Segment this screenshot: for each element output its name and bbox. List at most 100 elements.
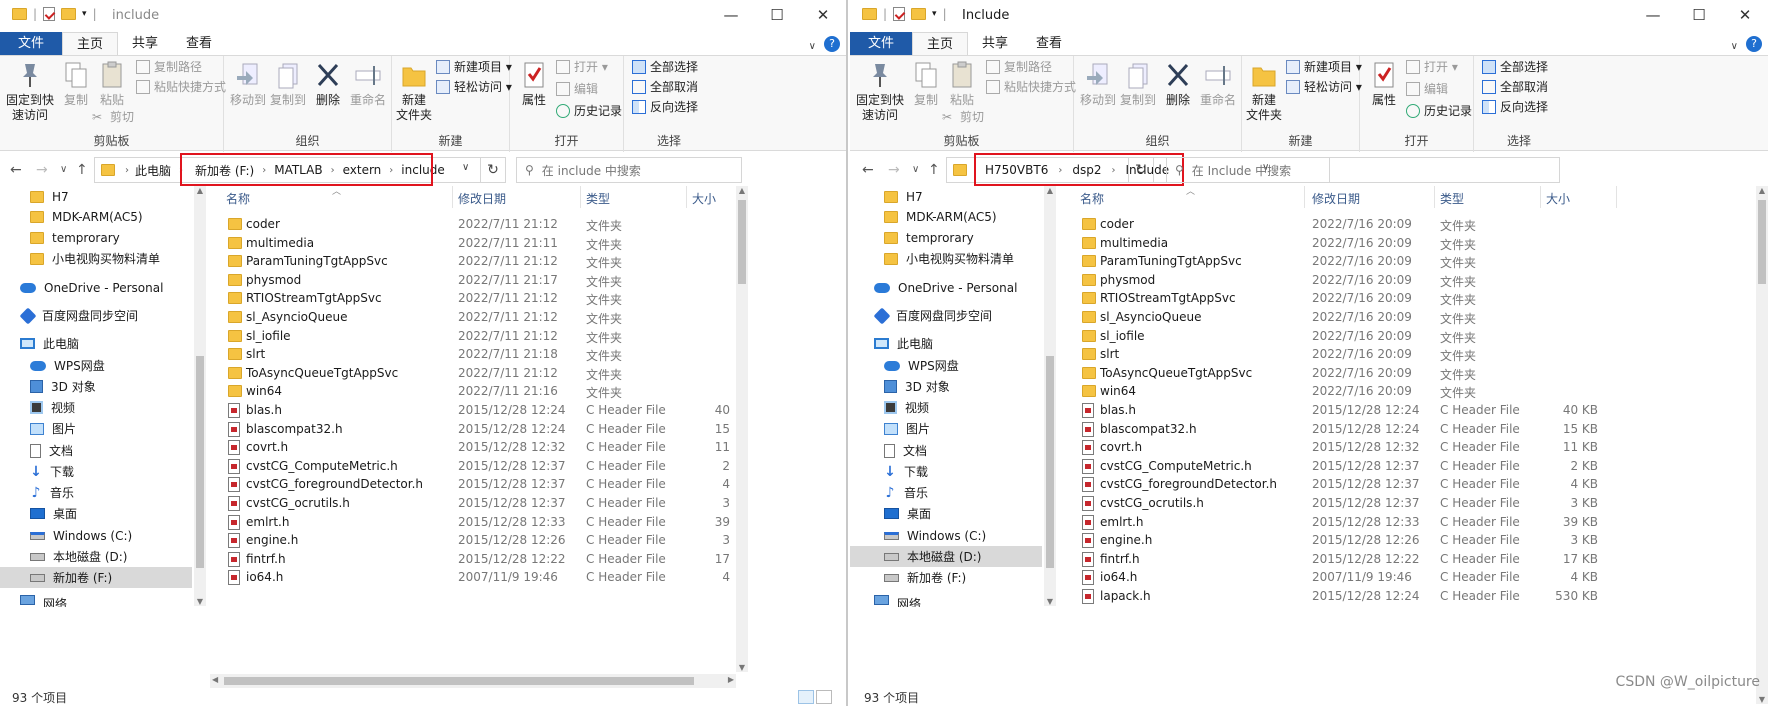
nav-item-drive-c[interactable]: Windows (C:) <box>850 525 1056 546</box>
file-row[interactable]: sl_AsyncioQueue 2022/7/11 21:12 文件夹 <box>210 308 748 327</box>
nav-item-documents[interactable]: 文档 <box>850 440 1056 461</box>
file-row[interactable]: multimedia 2022/7/16 20:09 文件夹 <box>1060 234 1768 253</box>
paste-shortcut-button[interactable]: 粘贴快捷方式 <box>986 78 1076 95</box>
cut-button[interactable]: ✂ 剪切 <box>942 108 984 125</box>
nav-item-3d[interactable]: 3D 对象 <box>0 376 206 397</box>
nav-item[interactable]: 小电视购买物料清单 <box>0 248 206 269</box>
scroll-up-icon[interactable]: ▲ <box>194 186 206 195</box>
scroll-left-icon[interactable]: ◀ <box>212 675 218 684</box>
file-row[interactable]: ToAsyncQueueTgtAppSvc 2022/7/11 21:12 文件夹 <box>210 364 748 383</box>
nav-item[interactable]: temprorary <box>0 227 206 248</box>
open-button[interactable]: 打开 ▾ <box>1406 58 1458 75</box>
copy-path-button[interactable]: 复制路径 <box>986 58 1052 75</box>
recent-chevron-icon[interactable]: ∨ <box>60 164 67 175</box>
file-row[interactable]: ParamTuningTgtAppSvc 2022/7/11 21:12 文件夹 <box>210 252 748 271</box>
close-button[interactable]: ✕ <box>800 0 846 30</box>
nav-item-network[interactable]: 网络 <box>0 595 206 607</box>
column-date[interactable]: 修改日期 <box>458 190 506 207</box>
nav-scrollbar[interactable]: ▲ ▼ <box>1044 186 1056 606</box>
new-folder-button[interactable]: 新建 文件夹 <box>394 60 434 123</box>
nav-item[interactable]: H7 <box>0 186 206 207</box>
file-row[interactable]: lapack.h 2015/12/28 12:24 C Header File 530… <box>1060 587 1768 606</box>
file-row[interactable]: emlrt.h 2015/12/28 12:33 C Header File 39 K… <box>1060 513 1768 532</box>
scroll-up-icon[interactable]: ▲ <box>1756 186 1768 195</box>
scroll-up-icon[interactable]: ▲ <box>1044 186 1056 195</box>
copy-button[interactable]: 复制 <box>58 60 94 108</box>
nav-item[interactable]: MDK-ARM(AC5) <box>0 206 206 227</box>
file-row[interactable]: covrt.h 2015/12/28 12:32 C Header File 11 K… <box>1060 438 1768 457</box>
file-row[interactable]: ParamTuningTgtAppSvc 2022/7/16 20:09 文件夹 <box>1060 252 1768 271</box>
recent-chevron-icon[interactable]: ∨ <box>912 164 919 175</box>
file-row[interactable]: physmod 2022/7/11 21:17 文件夹 <box>210 271 748 290</box>
file-row[interactable]: blas.h 2015/12/28 12:24 C Header File 40 <box>210 401 748 420</box>
edit-button[interactable]: 编辑 <box>1406 80 1448 97</box>
new-folder-button[interactable]: 新建 文件夹 <box>1244 60 1284 123</box>
easy-access-button[interactable]: 轻松访问 ▾ <box>436 78 512 95</box>
file-row[interactable]: slrt 2022/7/11 21:18 文件夹 <box>210 345 748 364</box>
column-type[interactable]: 类型 <box>1440 190 1464 207</box>
file-row[interactable]: fintrf.h 2015/12/28 12:22 C Header File 17 <box>210 550 748 569</box>
horizontal-scrollbar[interactable]: ◀ ▶ <box>210 674 736 688</box>
column-size[interactable]: 大小 <box>1546 190 1570 207</box>
invert-selection-button[interactable]: 反向选择 <box>1482 98 1548 115</box>
file-row[interactable]: cvstCG_foregroundDetector.h 2015/12/28 12… <box>1060 475 1768 494</box>
file-row[interactable]: RTIOStreamTgtAppSvc 2022/7/16 20:09 文件夹 <box>1060 289 1768 308</box>
column-date[interactable]: 修改日期 <box>1312 190 1360 207</box>
properties-button[interactable]: 属性 <box>1366 60 1402 108</box>
copy-button[interactable]: 复制 <box>908 60 944 108</box>
back-arrow-icon[interactable]: ← <box>862 162 874 178</box>
copy-to-button[interactable]: 复制到 <box>1118 60 1158 108</box>
scroll-down-icon[interactable]: ▼ <box>736 663 748 672</box>
file-row[interactable]: sl_iofile 2022/7/11 21:12 文件夹 <box>210 327 748 346</box>
nav-item-music[interactable]: ♪ 音乐 <box>0 482 206 503</box>
nav-item-pictures[interactable]: 图片 <box>850 418 1056 439</box>
properties-check-icon[interactable] <box>43 7 56 21</box>
search-input[interactable]: ⚲ 在 Include 中搜索 <box>1166 157 1560 183</box>
maximize-button[interactable]: ☐ <box>754 0 800 30</box>
copy-to-button[interactable]: 复制到 <box>268 60 308 108</box>
nav-item-wps[interactable]: WPS网盘 <box>0 355 206 376</box>
column-type[interactable]: 类型 <box>586 190 610 207</box>
select-all-button[interactable]: 全部选择 <box>1482 58 1548 75</box>
file-list-scrollbar[interactable]: ▲ ▼ <box>1756 186 1768 704</box>
file-row[interactable]: blas.h 2015/12/28 12:24 C Header File 40 KB <box>1060 401 1768 420</box>
nav-item-video[interactable]: 视频 <box>0 397 206 418</box>
file-row[interactable]: blascompat32.h 2015/12/28 12:24 C Header F… <box>210 420 748 439</box>
file-row[interactable]: multimedia 2022/7/11 21:11 文件夹 <box>210 234 748 253</box>
file-row[interactable]: cvstCG_ocrutils.h 2015/12/28 12:37 C Heade… <box>210 494 748 513</box>
scroll-right-icon[interactable]: ▶ <box>728 675 734 684</box>
tab-view[interactable]: 查看 <box>172 32 226 56</box>
tab-home[interactable]: 主页 <box>912 32 969 56</box>
nav-item-3d[interactable]: 3D 对象 <box>850 376 1056 397</box>
file-row[interactable]: cvstCG_ocrutils.h 2015/12/28 12:37 C Heade… <box>1060 494 1768 513</box>
history-button[interactable]: 历史记录 <box>556 102 622 119</box>
nav-item-desktop[interactable]: 桌面 <box>850 503 1056 524</box>
up-arrow-icon[interactable]: ↑ <box>928 162 940 178</box>
edit-button[interactable]: 编辑 <box>556 80 598 97</box>
file-row[interactable]: engine.h 2015/12/28 12:26 C Header File 3 <box>210 531 748 550</box>
file-row[interactable]: sl_AsyncioQueue 2022/7/16 20:09 文件夹 <box>1060 308 1768 327</box>
minimize-button[interactable]: — <box>1630 0 1676 30</box>
open-button[interactable]: 打开 ▾ <box>556 58 608 75</box>
scroll-down-icon[interactable]: ▼ <box>1044 597 1056 606</box>
refresh-button[interactable]: ↻ <box>1128 157 1154 183</box>
file-row[interactable]: io64.h 2007/11/9 19:46 C Header File 4 KB <box>1060 568 1768 587</box>
paste-shortcut-button[interactable]: 粘贴快捷方式 <box>136 78 226 95</box>
tab-share[interactable]: 共享 <box>118 32 172 56</box>
file-row[interactable]: coder 2022/7/16 20:09 文件夹 <box>1060 215 1768 234</box>
new-item-button[interactable]: 新建项目 ▾ <box>436 58 512 75</box>
scroll-down-icon[interactable]: ▼ <box>194 597 206 606</box>
address-dropdown-icon[interactable]: ∨ <box>462 162 469 173</box>
back-arrow-icon[interactable]: ← <box>10 162 22 178</box>
maximize-button[interactable]: ☐ <box>1676 0 1722 30</box>
nav-item-documents[interactable]: 文档 <box>0 440 206 461</box>
file-row[interactable]: win64 2022/7/16 20:09 文件夹 <box>1060 382 1768 401</box>
properties-check-icon[interactable] <box>893 7 906 21</box>
large-icons-view-icon[interactable] <box>816 690 832 704</box>
move-to-button[interactable]: 移动到 <box>228 60 268 108</box>
refresh-button[interactable]: ↻ <box>480 157 506 183</box>
nav-item-this-pc[interactable]: 此电脑 <box>0 333 206 354</box>
nav-item-downloads[interactable]: ↓ 下载 <box>0 461 206 482</box>
nav-item-this-pc[interactable]: 此电脑 <box>850 333 1056 354</box>
move-to-button[interactable]: 移动到 <box>1078 60 1118 108</box>
